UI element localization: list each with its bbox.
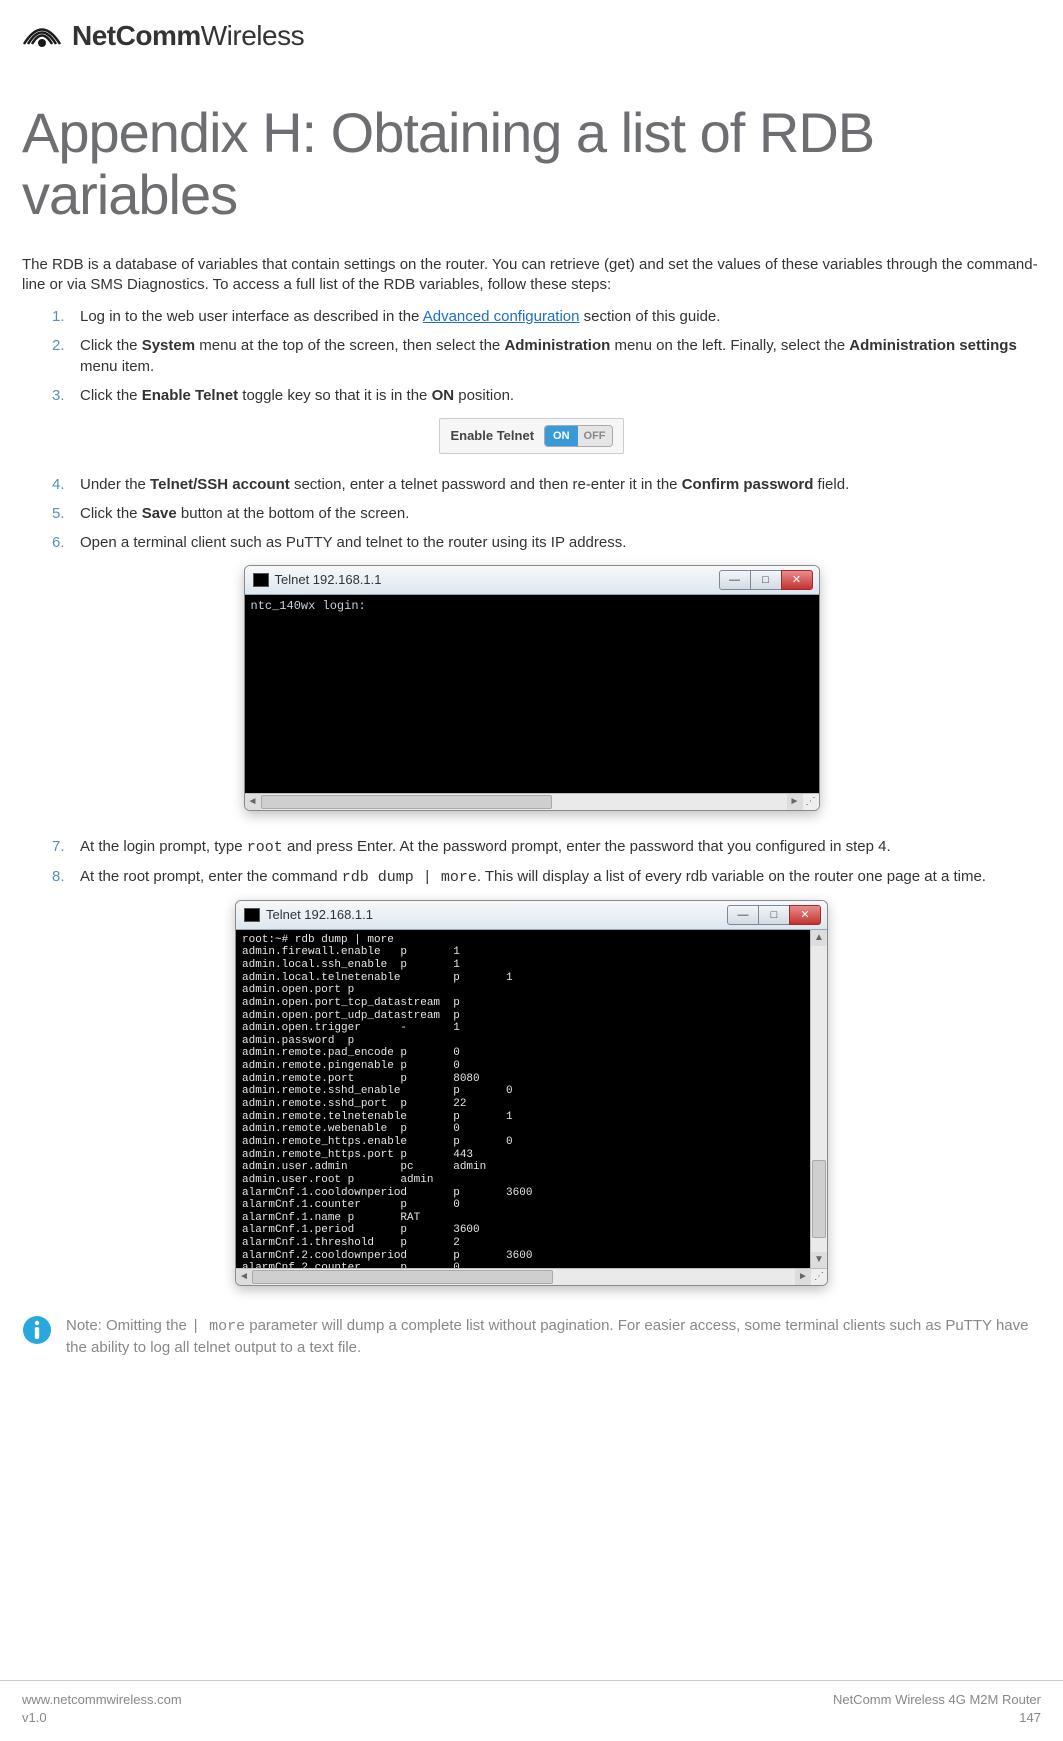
scroll-down-icon[interactable]: ▼ — [811, 1252, 827, 1268]
minimize-button[interactable]: — — [727, 905, 759, 925]
step-1: Log in to the web user interface as desc… — [52, 306, 1041, 327]
minimize-button[interactable]: — — [719, 570, 751, 590]
cmd-icon — [244, 908, 260, 922]
toggle-label: Enable Telnet — [450, 428, 534, 443]
footer-url: www.netcommwireless.com — [22, 1691, 182, 1709]
horizontal-scrollbar[interactable]: ◄ ► ⋰ — [245, 793, 819, 810]
scroll-left-icon[interactable]: ◄ — [236, 1269, 252, 1285]
maximize-button[interactable]: □ — [758, 905, 790, 925]
terminal-output: root:~# rdb dump | more admin.firewall.e… — [236, 930, 810, 1268]
brand-text: NetCommWireless — [72, 20, 304, 52]
maximize-button[interactable]: □ — [750, 570, 782, 590]
enable-telnet-toggle[interactable]: Enable Telnet ON OFF — [439, 418, 623, 454]
scroll-up-icon[interactable]: ▲ — [811, 930, 827, 946]
resize-grip-icon[interactable]: ⋰ — [803, 794, 819, 810]
footer-version: v1.0 — [22, 1709, 182, 1727]
scroll-right-icon[interactable]: ► — [795, 1269, 811, 1285]
advanced-config-link[interactable]: Advanced configuration — [423, 308, 580, 325]
window-titlebar: Telnet 192.168.1.1 — □ ✕ — [236, 901, 827, 930]
step-2: Click the System menu at the top of the … — [52, 335, 1041, 377]
scroll-left-icon[interactable]: ◄ — [245, 794, 261, 810]
window-title: Telnet 192.168.1.1 — [266, 907, 373, 922]
terminal-window-login: Telnet 192.168.1.1 — □ ✕ ntc_140wx login… — [244, 565, 820, 811]
terminal-window-rdb: Telnet 192.168.1.1 — □ ✕ root:~# rdb dum… — [235, 900, 828, 1286]
toggle-switch[interactable]: ON OFF — [544, 425, 613, 447]
footer-page-number: 147 — [833, 1709, 1041, 1727]
intro-paragraph: The RDB is a database of variables that … — [22, 255, 1041, 296]
step-4: Under the Telnet/SSH account section, en… — [52, 474, 1041, 495]
step-7: At the login prompt, type root and press… — [52, 836, 1041, 858]
close-button[interactable]: ✕ — [781, 570, 813, 590]
step-6: Open a terminal client such as PuTTY and… — [52, 532, 1041, 553]
telnet-login-figure: Telnet 192.168.1.1 — □ ✕ ntc_140wx login… — [22, 565, 1041, 816]
netcomm-logo-icon — [22, 21, 62, 51]
window-title: Telnet 192.168.1.1 — [275, 572, 382, 587]
rdb-dump-figure: Telnet 192.168.1.1 — □ ✕ root:~# rdb dum… — [22, 900, 1041, 1291]
horizontal-scrollbar[interactable]: ◄ ► ⋰ — [236, 1268, 827, 1285]
enable-telnet-figure: Enable Telnet ON OFF — [22, 418, 1041, 454]
vertical-scrollbar[interactable]: ▲ ▼ — [810, 930, 827, 1268]
terminal-output: ntc_140wx login: — [245, 595, 819, 793]
scroll-right-icon[interactable]: ► — [787, 794, 803, 810]
info-icon — [22, 1315, 52, 1358]
step-3: Click the Enable Telnet toggle key so th… — [52, 385, 1041, 406]
note-text: Note: Omitting the | more parameter will… — [66, 1315, 1041, 1358]
page-title: Appendix H: Obtaining a list of RDB vari… — [22, 102, 1041, 225]
page-footer: www.netcommwireless.com v1.0 NetComm Wir… — [0, 1680, 1063, 1741]
step-5: Click the Save button at the bottom of t… — [52, 503, 1041, 524]
brand-header: NetCommWireless — [22, 20, 1041, 52]
close-button[interactable]: ✕ — [789, 905, 821, 925]
cmd-icon — [253, 573, 269, 587]
footer-product: NetComm Wireless 4G M2M Router — [833, 1691, 1041, 1709]
resize-grip-icon[interactable]: ⋰ — [811, 1269, 827, 1285]
note-block: Note: Omitting the | more parameter will… — [22, 1315, 1041, 1358]
step-8: At the root prompt, enter the command rd… — [52, 866, 1041, 888]
window-titlebar: Telnet 192.168.1.1 — □ ✕ — [245, 566, 819, 595]
